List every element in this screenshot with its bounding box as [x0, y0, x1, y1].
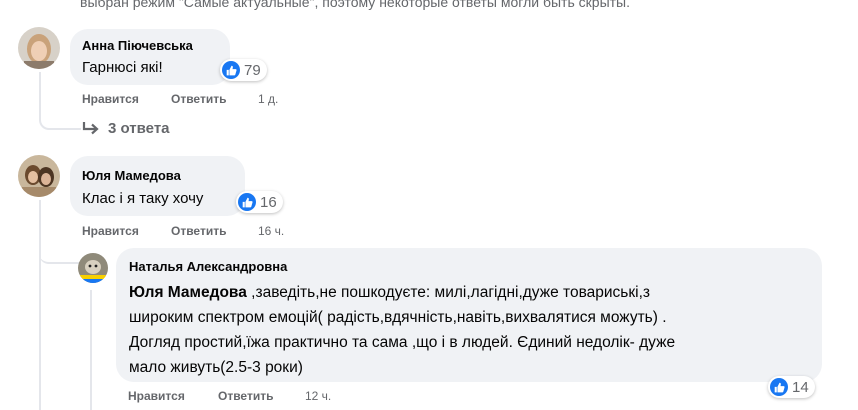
like-count: 14	[792, 378, 809, 396]
view-replies-button[interactable]: 3 ответа	[82, 120, 170, 137]
like-icon	[238, 193, 256, 211]
like-button[interactable]: Нравится	[128, 389, 185, 403]
replies-count-label: 3 ответа	[108, 120, 170, 137]
comment-bubble: Анна Піючевська Гарнюсі які!	[70, 29, 230, 85]
reply-arrow-icon	[82, 121, 100, 137]
comment-text: Гарнюсі які!	[82, 59, 163, 76]
reaction-count[interactable]: 16	[236, 191, 283, 213]
like-icon	[222, 61, 240, 79]
thread-line	[90, 290, 92, 410]
timestamp[interactable]: 1 д.	[258, 92, 278, 106]
comment-text: Клас і я таку хочу	[82, 190, 204, 207]
timestamp[interactable]: 16 ч.	[258, 224, 284, 238]
reaction-count[interactable]: 79	[220, 59, 267, 81]
filter-notice: выбран режим "Самые актуальные", поэтому…	[80, 0, 630, 10]
reply-button[interactable]: Ответить	[218, 389, 273, 403]
like-button[interactable]: Нравится	[82, 92, 139, 106]
comment-author[interactable]: Юля Мамедова	[82, 168, 181, 183]
comment-bubble: Наталья Александровна Юля Мамедова ,заве…	[116, 248, 822, 382]
reaction-count[interactable]: 14	[768, 376, 815, 398]
like-count: 16	[260, 193, 277, 211]
mention-link[interactable]: Юля Мамедова	[129, 284, 247, 301]
avatar[interactable]	[18, 27, 60, 69]
like-icon	[770, 378, 788, 396]
comment-author[interactable]: Анна Піючевська	[82, 38, 193, 53]
like-button[interactable]: Нравится	[82, 224, 139, 238]
reply-button[interactable]: Ответить	[171, 224, 226, 238]
comment-author[interactable]: Наталья Александровна	[129, 259, 287, 274]
avatar[interactable]	[78, 253, 108, 283]
timestamp[interactable]: 12 ч.	[305, 389, 331, 403]
like-count: 79	[244, 61, 261, 79]
reply-button[interactable]: Ответить	[171, 92, 226, 106]
comment-bubble: Юля Мамедова Клас і я таку хочу	[70, 156, 245, 216]
thread-line	[39, 200, 79, 264]
thread-line	[39, 72, 81, 130]
comment-text: Юля Мамедова ,заведіть,не пошкодуєте: ми…	[129, 284, 676, 376]
avatar[interactable]	[18, 155, 60, 197]
